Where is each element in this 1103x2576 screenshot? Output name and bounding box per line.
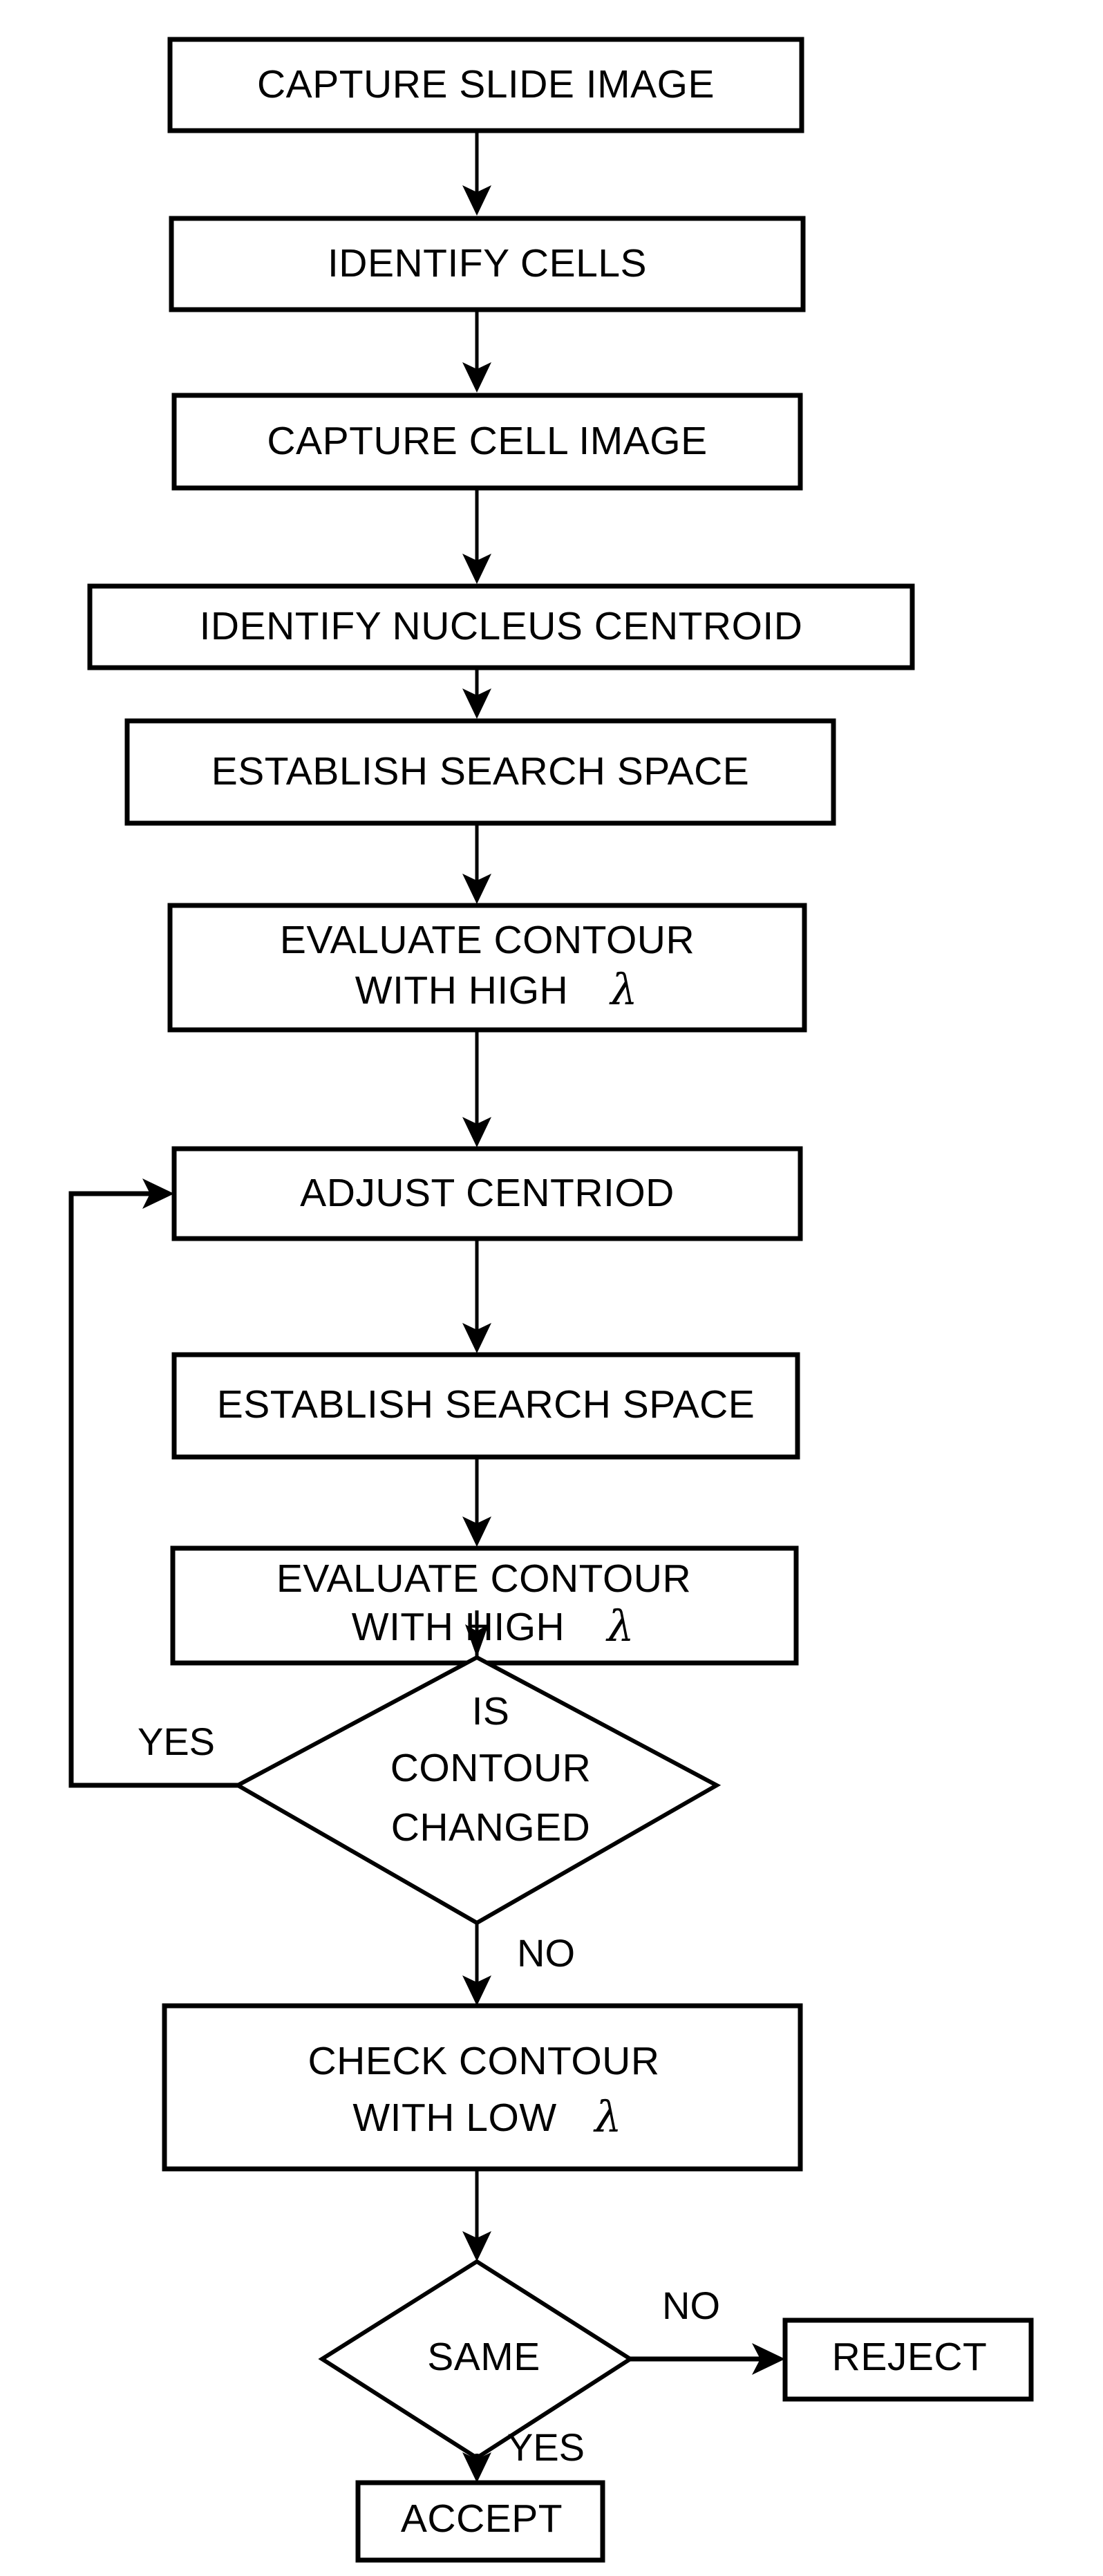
- node-evaluate-contour-high-lambda-2[interactable]: EVALUATE CONTOUR WITH HIGH λ: [170, 1545, 799, 1666]
- decision-label-line2: CONTOUR: [390, 1746, 592, 1790]
- node-accept[interactable]: ACCEPT: [355, 2480, 605, 2563]
- decision-label-line1: IS: [472, 1689, 510, 1733]
- node-label-accept: ACCEPT: [401, 2497, 563, 2541]
- node-label-check-contour-line1: CHECK CONTOUR: [308, 2039, 660, 2083]
- edge-label-same-no: NO: [662, 2284, 720, 2327]
- flowchart-canvas: CAPTURE SLIDE IMAGE IDENTIFY CELLS CAPTU…: [68, 37, 1034, 2563]
- edge-n3-n4: [462, 489, 491, 584]
- node-establish-search-space-2[interactable]: ESTABLISH SEARCH SPACE: [171, 1352, 800, 1460]
- node-capture-cell-image[interactable]: CAPTURE CELL IMAGE: [171, 393, 803, 491]
- node-reject[interactable]: REJECT: [782, 2318, 1034, 2402]
- edge-n1-n2: [462, 133, 491, 216]
- node-label-evaluate-contour-2-line2: WITH HIGH: [352, 1605, 565, 1649]
- node-identify-nucleus-centroid[interactable]: IDENTIFY NUCLEUS CENTROID: [87, 583, 915, 670]
- edge-label-loop-yes: YES: [138, 1720, 215, 1763]
- edge-label-contour-no: NO: [517, 1931, 575, 1975]
- edge-n5-n6: [462, 825, 491, 904]
- node-label-check-contour-line2: WITH LOW: [352, 2096, 556, 2140]
- node-label-evaluate-contour-1-line2: WITH HIGH: [355, 968, 568, 1013]
- edge-n2-n3: [462, 312, 491, 393]
- node-box-shape: [162, 2003, 803, 2172]
- edge-n10-d2: [462, 2170, 491, 2262]
- node-identify-cells[interactable]: IDENTIFY CELLS: [169, 216, 806, 312]
- edge-d1-n7-yes-loop: YES: [68, 1178, 238, 1788]
- decision-label-line3: CHANGED: [391, 1805, 591, 1850]
- edge-label-same-yes: YES: [507, 2425, 585, 2469]
- node-establish-search-space-1[interactable]: ESTABLISH SEARCH SPACE: [124, 718, 836, 826]
- node-label-evaluate-contour-1-line1: EVALUATE CONTOUR: [280, 918, 695, 962]
- node-capture-slide-image[interactable]: CAPTURE SLIDE IMAGE: [167, 37, 804, 133]
- node-label-identify-cells: IDENTIFY CELLS: [328, 241, 647, 285]
- edge-n4-n5: [462, 669, 491, 719]
- edge-n7-n8: [462, 1240, 491, 1353]
- node-label-establish-search-space-2: ESTABLISH SEARCH SPACE: [217, 1382, 755, 1427]
- edge-n6-n7: [462, 1031, 491, 1147]
- decision-is-contour-changed[interactable]: IS CONTOUR CHANGED: [233, 1655, 722, 1926]
- lambda-symbol-icon: λ: [608, 964, 637, 1015]
- node-evaluate-contour-high-lambda-1[interactable]: EVALUATE CONTOUR WITH HIGH λ: [167, 903, 807, 1033]
- edge-d1-n10-no: NO: [462, 1923, 575, 2006]
- edge-d2-reject-no: NO: [630, 2284, 785, 2375]
- node-label-establish-search-space-1: ESTABLISH SEARCH SPACE: [211, 749, 750, 793]
- node-label-reject: REJECT: [832, 2335, 988, 2379]
- node-check-contour-low-lambda[interactable]: CHECK CONTOUR WITH LOW λ: [162, 2003, 803, 2172]
- lambda-symbol-icon: λ: [592, 2091, 621, 2142]
- node-label-capture-slide-image: CAPTURE SLIDE IMAGE: [257, 62, 715, 106]
- node-label-adjust-centriod: ADJUST CENTRIOD: [300, 1171, 675, 1215]
- node-label-identify-nucleus-centroid: IDENTIFY NUCLEUS CENTROID: [200, 604, 803, 648]
- edge-n8-n9: [462, 1458, 491, 1547]
- node-label-evaluate-contour-2-line1: EVALUATE CONTOUR: [276, 1557, 691, 1601]
- node-label-capture-cell-image: CAPTURE CELL IMAGE: [267, 419, 707, 463]
- node-adjust-centriod[interactable]: ADJUST CENTRIOD: [171, 1146, 803, 1241]
- flowchart-diagram: CAPTURE SLIDE IMAGE IDENTIFY CELLS CAPTU…: [0, 0, 1103, 2576]
- decision-label-same: SAME: [427, 2335, 540, 2379]
- lambda-symbol-icon: λ: [605, 1601, 634, 1651]
